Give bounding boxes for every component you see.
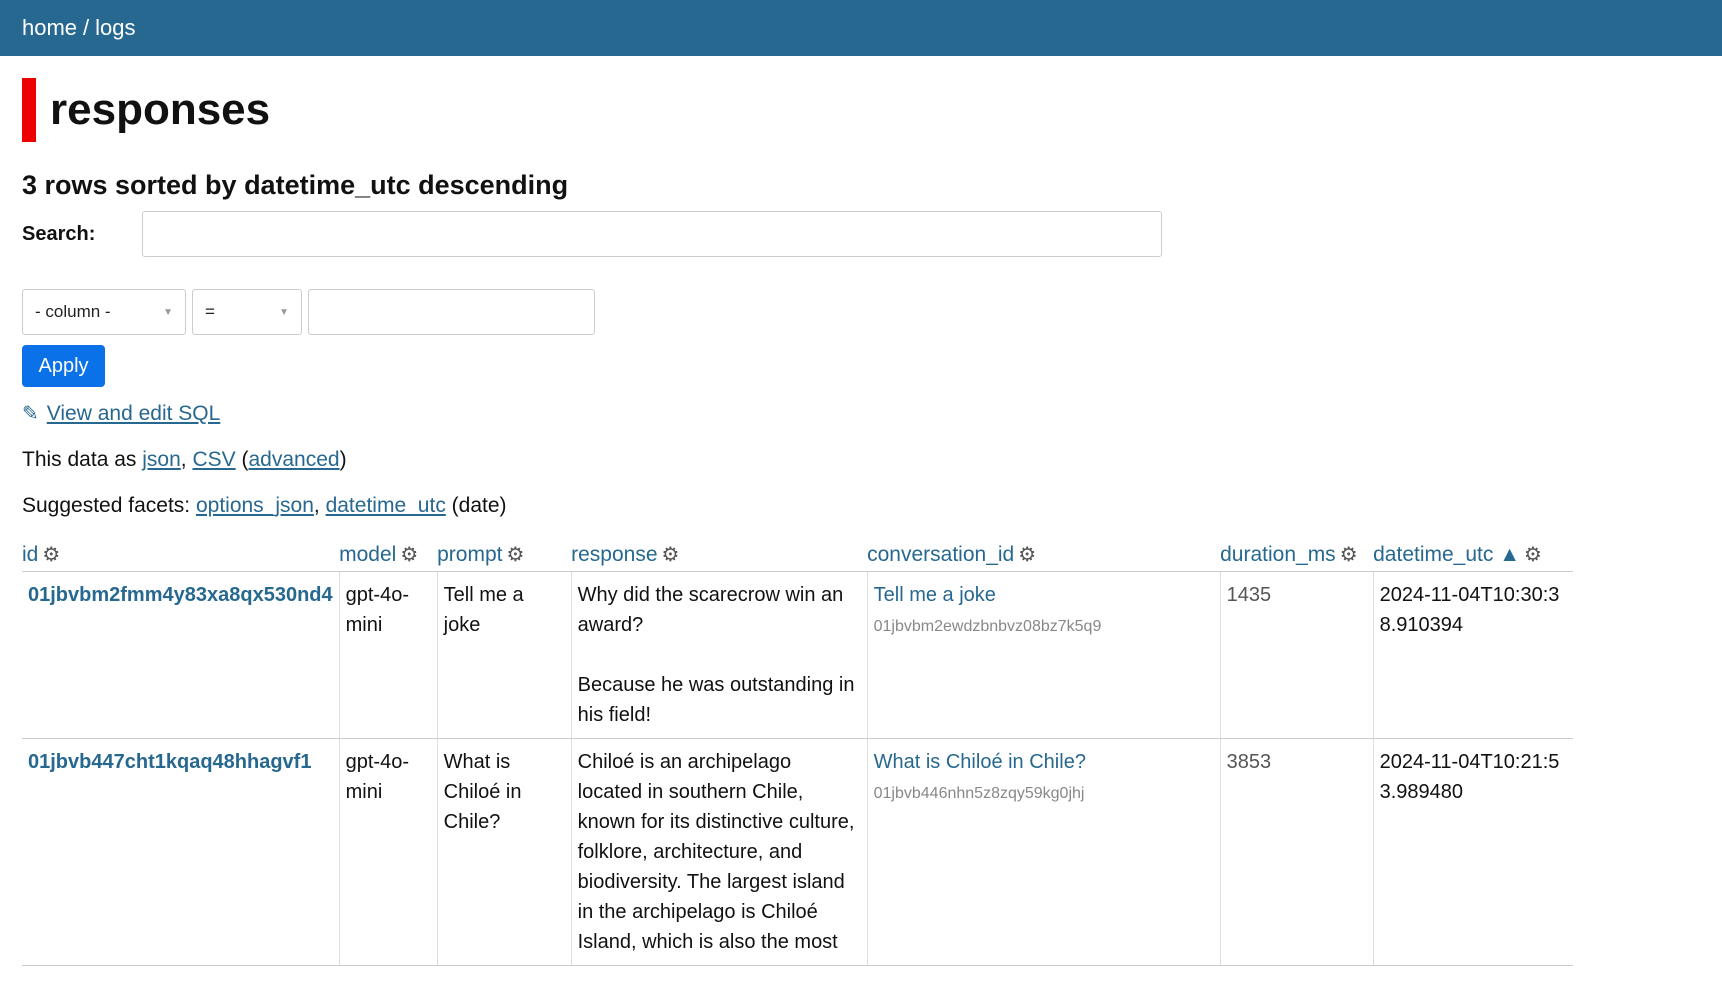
pencil-icon: ✎ xyxy=(22,403,39,425)
cell-prompt: What is Chiloé in Chile? xyxy=(437,738,572,966)
facet-datetime-utc-link[interactable]: datetime_utc xyxy=(326,494,446,517)
main-content: responses 3 rows sorted by datetime_utc … xyxy=(0,78,1722,966)
conversation-id-text: 01jbvb446nhn5z8zqy59kg0jhj xyxy=(873,785,1085,802)
column-header-model[interactable]: model ⚙ xyxy=(339,538,438,572)
cell-id: 01jbvbm2fmm4y83xa8qx530nd4 xyxy=(22,571,340,739)
facets-prefix: Suggested facets: xyxy=(22,494,191,517)
facets-suffix: (date) xyxy=(451,494,507,517)
cell-model: gpt-4o-mini xyxy=(339,738,438,966)
column-select[interactable]: - column - ▼ xyxy=(22,289,186,335)
export-prefix: This data as xyxy=(22,448,137,471)
view-edit-sql-link[interactable]: View and edit SQL xyxy=(47,402,221,426)
gear-icon[interactable]: ⚙ xyxy=(506,544,524,566)
suggested-facets: Suggested facets: options_json, datetime… xyxy=(22,494,1700,518)
cell-datetime-utc: 2024-11-04T10:21:53.989480 xyxy=(1373,738,1574,966)
column-header-label: datetime_utc xyxy=(1373,543,1494,566)
column-header-label: response xyxy=(571,543,658,566)
cell-conversation-id: Tell me a joke 01jbvbm2ewdzbnbvz08bz7k5q… xyxy=(867,571,1221,739)
cell-prompt: Tell me a joke xyxy=(437,571,572,739)
sort-ascending-icon: ▲ xyxy=(1499,543,1521,566)
column-select-value: - column - xyxy=(35,302,111,321)
cell-id: 01jbvb447cht1kqaq48hhagvf1 xyxy=(22,738,340,966)
export-paren-open: ( xyxy=(241,448,249,471)
cell-model: gpt-4o-mini xyxy=(339,571,438,739)
gear-icon[interactable]: ⚙ xyxy=(400,544,418,566)
gear-icon[interactable]: ⚙ xyxy=(1018,544,1036,566)
row-count-heading: 3 rows sorted by datetime_utc descending xyxy=(22,170,569,200)
facet-options-json-link[interactable]: options_json xyxy=(196,494,314,517)
filter-value-input[interactable] xyxy=(308,289,595,335)
column-header-conversation-id[interactable]: conversation_id ⚙ xyxy=(867,538,1221,572)
operator-select-value: = xyxy=(205,302,215,321)
row-id-link[interactable]: 01jbvb447cht1kqaq48hhagvf1 xyxy=(28,751,311,773)
title-row: responses xyxy=(22,78,1700,142)
results-table: id ⚙ model ⚙ prompt ⚙ response ⚙ conversatio… xyxy=(22,538,1574,966)
sql-row: ✎ View and edit SQL xyxy=(22,401,1700,426)
export-advanced-link[interactable]: advanced xyxy=(249,448,340,471)
search-row: Search: xyxy=(22,211,1700,257)
column-header-response[interactable]: response ⚙ xyxy=(571,538,868,572)
table-row: 01jbvbm2fmm4y83xa8qx530nd4 gpt-4o-mini T… xyxy=(22,571,1574,739)
cell-conversation-id: What is Chiloé in Chile? 01jbvb446nhn5z8… xyxy=(867,738,1221,966)
export-paren-close: ) xyxy=(339,448,347,471)
gear-icon[interactable]: ⚙ xyxy=(1524,544,1542,566)
export-links: This data as json, CSV (advanced) xyxy=(22,448,1700,472)
operator-select[interactable]: = ▼ xyxy=(192,289,302,335)
export-json-link[interactable]: json xyxy=(142,448,181,471)
column-header-label: model xyxy=(339,543,397,566)
gear-icon[interactable]: ⚙ xyxy=(42,544,60,566)
cell-duration-ms: 3853 xyxy=(1220,738,1374,966)
cell-duration-ms: 1435 xyxy=(1220,571,1374,739)
gear-icon[interactable]: ⚙ xyxy=(1340,544,1358,566)
column-header-prompt[interactable]: prompt ⚙ xyxy=(437,538,572,572)
search-label: Search: xyxy=(22,222,96,245)
column-header-id[interactable]: id ⚙ xyxy=(22,538,340,572)
cell-response: Why did the scarecrow win an award? Beca… xyxy=(571,571,868,739)
nav-separator: / xyxy=(83,15,90,40)
nav-logs-link[interactable]: logs xyxy=(95,15,135,41)
chevron-down-icon: ▼ xyxy=(279,306,289,318)
nav-home-link[interactable]: home xyxy=(22,15,77,41)
row-id-link[interactable]: 01jbvbm2fmm4y83xa8qx530nd4 xyxy=(28,584,333,606)
column-header-datetime-utc[interactable]: datetime_utc ▲ ⚙ xyxy=(1373,538,1574,572)
export-csv-link[interactable]: CSV xyxy=(192,448,235,471)
filter-row: - column - ▼ = ▼ xyxy=(22,289,1700,335)
facets-comma: , xyxy=(313,494,320,517)
gear-icon[interactable]: ⚙ xyxy=(662,544,680,566)
chevron-down-icon: ▼ xyxy=(163,306,173,318)
table-row: 01jbvb447cht1kqaq48hhagvf1 gpt-4o-mini W… xyxy=(22,738,1574,966)
conversation-link[interactable]: Tell me a joke xyxy=(874,584,996,606)
page-title: responses xyxy=(50,85,271,134)
column-header-duration-ms[interactable]: duration_ms ⚙ xyxy=(1220,538,1374,572)
column-header-label: conversation_id xyxy=(867,543,1015,566)
conversation-link[interactable]: What is Chiloé in Chile? xyxy=(874,751,1086,773)
top-nav-bar: home / logs xyxy=(0,0,1722,56)
column-header-label: duration_ms xyxy=(1220,543,1336,566)
title-accent-bar xyxy=(22,78,36,142)
table-header-row: id ⚙ model ⚙ prompt ⚙ response ⚙ conversatio… xyxy=(22,538,1574,572)
column-header-label: id xyxy=(22,543,39,566)
apply-button[interactable]: Apply xyxy=(22,345,105,387)
conversation-id-text: 01jbvbm2ewdzbnbvz08bz7k5q9 xyxy=(873,618,1102,635)
search-input[interactable] xyxy=(142,211,1162,257)
export-comma: , xyxy=(180,448,187,471)
column-header-label: prompt xyxy=(437,543,503,566)
cell-datetime-utc: 2024-11-04T10:30:38.910394 xyxy=(1373,571,1574,739)
cell-response: Chiloé is an archipelago located in sout… xyxy=(571,738,868,966)
